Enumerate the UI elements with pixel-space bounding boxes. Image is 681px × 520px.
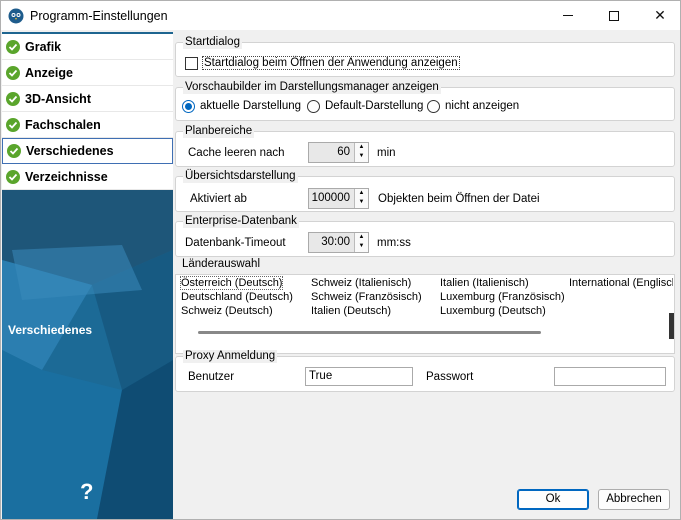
proxy-group: Proxy Anmeldung Benutzer True Passwort [175,350,675,392]
cache-unit: min [377,147,396,159]
proxy-legend: Proxy Anmeldung [183,350,278,363]
spin-up-icon[interactable]: ▲ [355,189,368,198]
radio-default-view[interactable] [307,100,320,113]
sidebar-item-verzeichnisse[interactable]: Verzeichnisse [2,164,173,190]
startdialog-checkbox[interactable] [185,57,198,70]
owl-logo-icon [8,8,24,23]
password-field[interactable] [554,367,666,386]
countries-legend: Länderauswahl [182,258,261,270]
sidebar-item-anzeige[interactable]: Anzeige [2,60,173,86]
sidebar-item-verschiedenes[interactable]: Verschiedenes [2,138,173,164]
spin-up-icon[interactable]: ▲ [355,233,368,242]
overview-label: Aktiviert ab [190,193,247,205]
check-icon [6,91,20,106]
list-item[interactable]: Schweiz (Deutsch) [181,305,273,317]
cache-label: Cache leeren nach [188,147,285,159]
overview-unit: Objekten beim Öffnen der Datei [378,193,540,205]
sidebar-item-grafik[interactable]: Grafik [2,34,173,60]
list-item[interactable]: Österreich (Deutsch) [179,276,284,290]
startdialog-group: Startdialog Startdialog beim Öffnen der … [175,36,675,77]
sidebar-item-label: Anzeige [25,65,73,80]
user-label: Benutzer [188,371,235,383]
check-icon [6,117,20,132]
settings-window: Programm-Einstellungen ✕ Grafik Anzeige [0,0,681,520]
sidebar-nav: Grafik Anzeige 3D-Ansicht Fachschalen Ve… [2,34,173,190]
sidebar: Grafik Anzeige 3D-Ansicht Fachschalen Ve… [2,32,173,519]
cache-spinner[interactable]: 60 ▲ ▼ [308,142,369,163]
sidebar-item-label: 3D-Ansicht [25,91,91,106]
list-edge-marker [669,313,674,339]
timeout-label: Datenbank-Timeout [185,237,286,249]
enterprise-legend: Enterprise-Datenbank [183,215,299,228]
radio-current-view[interactable] [182,100,195,113]
enterprise-group: Enterprise-Datenbank Datenbank-Timeout 3… [175,215,675,257]
startdialog-legend: Startdialog [183,36,242,49]
radio-current-view-label[interactable]: aktuelle Darstellung [200,100,301,112]
sidebar-item-fachschalen[interactable]: Fachschalen [2,112,173,138]
title-bar: Programm-Einstellungen ✕ [1,1,680,30]
overview-value[interactable]: 100000 [309,189,354,208]
sidebar-item-label: Verzeichnisse [25,169,108,184]
close-button[interactable]: ✕ [637,1,681,30]
check-icon [6,65,20,80]
help-button[interactable]: ? [80,479,93,505]
sidebar-section-label: Verschiedenes [8,323,93,337]
sidebar-item-label: Verschiedenes [26,144,114,158]
list-item[interactable]: Luxemburg (Französisch) [440,291,565,303]
maximize-button[interactable] [591,1,637,30]
list-item[interactable]: Italien (Deutsch) [311,305,391,317]
sidebar-item-3d-ansicht[interactable]: 3D-Ansicht [2,86,173,112]
close-icon: ✕ [654,7,666,23]
settings-panel: Startdialog Startdialog beim Öffnen der … [175,32,680,519]
user-field[interactable]: True [305,367,413,386]
minimize-button[interactable] [545,1,591,30]
minimize-icon [563,15,573,16]
planbereiche-group: Planbereiche Cache leeren nach 60 ▲ ▼ min [175,125,675,167]
startdialog-checkbox-label[interactable]: Startdialog beim Öffnen der Anwendung an… [202,56,460,70]
check-icon [7,144,21,158]
horizontal-scrollbar[interactable] [198,331,541,334]
list-item[interactable]: International (Englisch [569,277,673,289]
spinner-arrows[interactable]: ▲ ▼ [354,233,368,252]
window-title: Programm-Einstellungen [30,8,168,23]
countries-list[interactable]: Österreich (Deutsch) Deutschland (Deutsc… [175,274,675,354]
preview-legend: Vorschaubilder im Darstellungsmanager an… [183,81,441,94]
check-icon [6,39,20,54]
preview-group: Vorschaubilder im Darstellungsmanager an… [175,81,675,121]
ok-button[interactable]: Ok [517,489,589,510]
check-icon [6,169,20,184]
sidebar-background-image [2,190,173,519]
password-label: Passwort [426,371,474,383]
spinner-arrows[interactable]: ▲ ▼ [354,143,368,162]
spin-down-icon[interactable]: ▼ [355,242,368,251]
spin-down-icon[interactable]: ▼ [355,198,368,207]
timeout-unit: mm:ss [377,237,411,249]
list-item[interactable]: Deutschland (Deutsch) [181,291,293,303]
radio-no-preview[interactable] [427,100,440,113]
list-item[interactable]: Italien (Italienisch) [440,277,529,289]
maximize-icon [609,10,619,21]
sidebar-item-label: Grafik [25,39,62,54]
spin-down-icon[interactable]: ▼ [355,152,368,161]
list-item[interactable]: Schweiz (Französisch) [311,291,422,303]
list-item[interactable]: Schweiz (Italienisch) [311,277,411,289]
overview-legend: Übersichtsdarstellung [183,170,298,183]
sidebar-item-label: Fachschalen [25,117,101,132]
cancel-button[interactable]: Abbrechen [598,489,670,510]
radio-no-preview-label[interactable]: nicht anzeigen [445,100,519,112]
planbereiche-legend: Planbereiche [183,125,255,138]
list-item[interactable]: Luxemburg (Deutsch) [440,305,546,317]
timeout-value[interactable]: 30:00 [309,233,354,252]
timeout-spinner[interactable]: 30:00 ▲ ▼ [308,232,369,253]
spin-up-icon[interactable]: ▲ [355,143,368,152]
overview-group: Übersichtsdarstellung Aktiviert ab 10000… [175,170,675,212]
cache-value[interactable]: 60 [309,143,354,162]
radio-default-view-label[interactable]: Default-Darstellung [325,100,423,112]
overview-spinner[interactable]: 100000 ▲ ▼ [308,188,369,209]
spinner-arrows[interactable]: ▲ ▼ [354,189,368,208]
